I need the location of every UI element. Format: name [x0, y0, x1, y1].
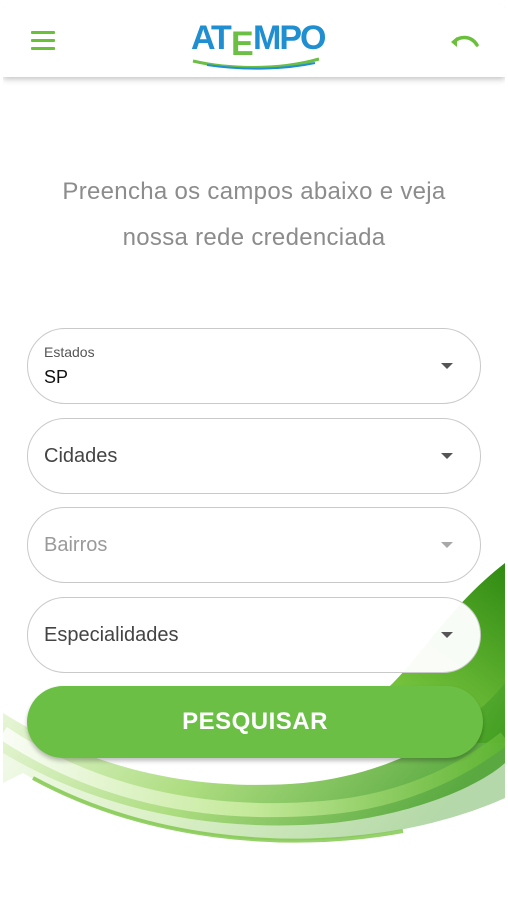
bairros-select[interactable]: Bairros	[27, 507, 481, 583]
svg-text:E: E	[231, 25, 253, 63]
page-headline: Preencha os campos abaixo e veja nossa r…	[3, 169, 505, 261]
headline-line-1: Preencha os campos abaixo e veja	[62, 178, 446, 205]
estados-select[interactable]: Estados SP	[27, 328, 481, 404]
atempo-logo: AT E MPO	[191, 19, 327, 70]
back-button[interactable]	[449, 31, 481, 53]
undo-arrow-icon	[451, 35, 479, 47]
especialidades-select[interactable]: Especialidades	[27, 597, 481, 673]
estados-label: Estados	[44, 344, 95, 360]
pesquisar-button[interactable]: PESQUISAR	[27, 686, 483, 758]
caret-down-icon	[441, 632, 453, 638]
svg-text:AT: AT	[191, 19, 232, 57]
svg-text:MPO: MPO	[253, 19, 326, 57]
bairros-placeholder: Bairros	[44, 534, 108, 556]
app-screen: AT E MPO Preencha os campos abaixo e vej…	[3, 3, 505, 897]
hamburger-menu-icon	[31, 31, 55, 34]
caret-down-icon	[441, 542, 453, 548]
menu-button[interactable]	[31, 31, 57, 51]
cidades-select[interactable]: Cidades	[27, 418, 481, 494]
especialidades-placeholder: Especialidades	[44, 624, 179, 646]
caret-down-icon	[441, 363, 453, 369]
caret-down-icon	[441, 453, 453, 459]
headline-line-2: nossa rede credenciada	[122, 224, 386, 251]
cidades-placeholder: Cidades	[44, 445, 118, 467]
app-bar: AT E MPO	[3, 3, 505, 77]
estados-value: SP	[44, 367, 69, 387]
